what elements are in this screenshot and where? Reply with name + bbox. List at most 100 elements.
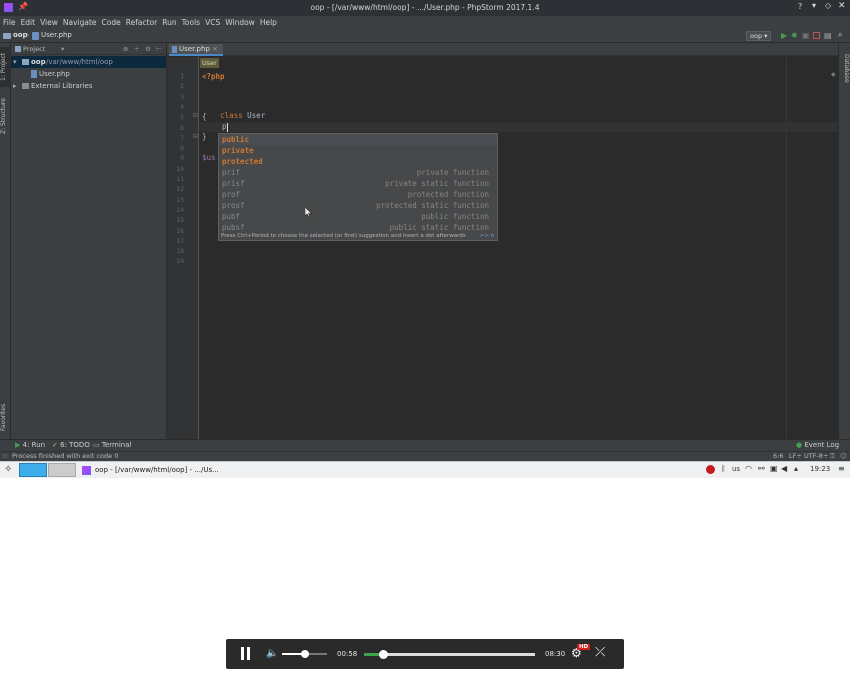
inspector-icon[interactable]: ☺	[840, 452, 847, 460]
dropdown-arrow-icon[interactable]: ▾	[61, 43, 64, 55]
project-structure-icon[interactable]: ▤	[824, 31, 832, 40]
tool-tab-label: 6: TODO	[60, 441, 90, 449]
suggestion-item[interactable]: prif private function	[219, 167, 497, 178]
tab-structure[interactable]: Z: Structure	[0, 93, 11, 139]
suggestion-name: prisf	[222, 179, 245, 188]
menu-edit[interactable]: Edit	[21, 16, 36, 29]
run-config-label: oop	[750, 32, 763, 40]
volume-knob[interactable]	[300, 650, 309, 658]
status-panel-icon[interactable]: ▫	[3, 452, 7, 460]
menu-window[interactable]: Window	[225, 16, 255, 29]
autocomplete-popup: public private protected prif private functi…	[218, 133, 498, 241]
menu-view[interactable]: View	[40, 16, 58, 29]
sync-icon[interactable]: ⊕	[123, 43, 128, 55]
lock-icon[interactable]: ⚿	[830, 452, 835, 461]
exit-fullscreen-icon[interactable]: ⤫	[595, 645, 605, 660]
gear-icon[interactable]: ⚙	[145, 43, 151, 55]
clipboard-icon[interactable]: ⚯	[758, 464, 765, 473]
tool-tab-run[interactable]: ▶ 4: Run	[15, 441, 45, 449]
clock[interactable]: 19:23	[810, 465, 830, 473]
menu-refactor[interactable]: Refactor	[126, 16, 157, 29]
collapse-all-icon[interactable]: ÷	[134, 43, 139, 55]
minimize-icon[interactable]: ▾	[812, 1, 816, 10]
menu-file[interactable]: File	[3, 16, 16, 29]
suggestion-item[interactable]: prosf protected static function	[219, 200, 497, 211]
suggestion-description: protected static function	[376, 201, 489, 210]
menu-navigate[interactable]: Navigate	[63, 16, 97, 29]
code-class-keyword[interactable]: class User	[202, 102, 265, 129]
run-icon[interactable]: ▶	[781, 31, 787, 40]
fold-marker-icon[interactable]: ⊟	[193, 112, 198, 119]
menu-run[interactable]: Run	[162, 16, 176, 29]
status-message[interactable]: Process finished with exit code 0	[12, 452, 118, 460]
hide-panel-icon[interactable]: ⊢	[156, 43, 162, 55]
tool-tab-todo[interactable]: ✓ 6: TODO	[52, 441, 90, 449]
code-brace-close[interactable]: }	[202, 132, 207, 141]
code-typed-text[interactable]: p	[222, 122, 227, 131]
code-variable[interactable]: $us	[202, 153, 216, 162]
menu-tools[interactable]: Tools	[182, 16, 200, 29]
debug-icon[interactable]: ✸	[791, 31, 798, 40]
maximize-icon[interactable]: ◇	[825, 1, 831, 10]
tab-database[interactable]: Database	[839, 47, 850, 89]
volume-icon[interactable]: 🔈	[266, 648, 278, 659]
menu-vcs[interactable]: VCS	[205, 16, 220, 29]
wifi-icon[interactable]: ◠	[745, 464, 752, 473]
volume-slider[interactable]	[282, 650, 327, 658]
tree-item-external-libraries[interactable]: ▸ External Libraries	[11, 80, 166, 92]
breadcrumb-project[interactable]: oop	[13, 31, 28, 39]
tray-expand-icon[interactable]: ▴	[794, 464, 798, 473]
coverage-icon[interactable]: ▣	[802, 31, 810, 40]
close-icon[interactable]: ✕	[838, 1, 846, 11]
suggestion-item[interactable]: prisf private static function	[219, 178, 497, 189]
seek-bar[interactable]	[364, 650, 535, 659]
pager-desktop-2[interactable]	[48, 463, 76, 477]
tree-item-path: /var/www/html/oop	[46, 58, 113, 66]
seek-knob[interactable]	[379, 650, 389, 659]
line-separator[interactable]: LF÷	[789, 452, 802, 460]
code-php-open-tag[interactable]: <?php	[202, 72, 225, 81]
run-config-selector[interactable]: oop ▾	[746, 31, 772, 41]
hint-link[interactable]: >> π	[480, 231, 494, 241]
caret-position[interactable]: 6:6	[773, 452, 783, 460]
stop-icon[interactable]	[813, 32, 820, 39]
project-view-selector[interactable]: Project	[23, 45, 45, 53]
file-encoding[interactable]: UTF-8÷	[804, 452, 828, 460]
help-icon[interactable]: ?	[798, 2, 802, 11]
tree-item-oop[interactable]: ▾ oop /var/www/html/oop	[11, 56, 166, 68]
panel-menu-icon[interactable]: ≡	[838, 464, 845, 473]
expand-arrow-icon[interactable]: ▸	[13, 80, 17, 92]
pause-icon[interactable]	[241, 647, 251, 660]
task-phpstorm[interactable]: oop - [/var/www/html/oop] - .../Us...	[82, 463, 232, 477]
menu-help[interactable]: Help	[260, 16, 277, 29]
editor-gear-icon[interactable]: ◆	[831, 71, 836, 78]
volume-icon[interactable]: ◀	[781, 464, 787, 473]
tab-favorites[interactable]: Favorites	[0, 399, 11, 435]
tool-tab-terminal[interactable]: ▭ Terminal	[93, 441, 131, 449]
keyboard-layout[interactable]: us	[732, 465, 740, 473]
breadcrumb-file[interactable]: User.php	[41, 31, 72, 39]
record-icon[interactable]	[706, 465, 715, 474]
menu-code[interactable]: Code	[102, 16, 121, 29]
line-number: 8	[180, 144, 184, 153]
suggestion-item[interactable]: private	[219, 145, 497, 156]
expand-arrow-icon[interactable]: ▾	[13, 56, 17, 68]
code-brace-open[interactable]: {	[202, 112, 207, 121]
suggestion-item[interactable]: protected	[219, 156, 497, 167]
tab-user-php[interactable]: User.php ×	[169, 44, 223, 56]
search-icon[interactable]: ⌕	[838, 30, 842, 40]
suggestion-item[interactable]: public	[219, 134, 497, 145]
bluetooth-icon[interactable]: ᛒ	[721, 464, 726, 473]
fold-marker-icon[interactable]: ⊟	[193, 133, 198, 140]
suggestion-item[interactable]: prof protected function	[219, 189, 497, 200]
pager-desktop-1[interactable]	[19, 463, 47, 477]
tool-tab-event-log[interactable]: ● Event Log	[796, 441, 839, 449]
tab-project[interactable]: 1: Project	[0, 47, 11, 87]
device-notifier-icon[interactable]: ▣	[770, 464, 778, 473]
suggestion-item[interactable]: pubf public function	[219, 211, 497, 222]
app-launcher-icon[interactable]: ✧	[4, 464, 12, 475]
class-breadcrumb[interactable]: User	[200, 58, 219, 68]
tree-item-user-php[interactable]: User.php	[11, 68, 166, 80]
mouse-cursor-icon	[304, 206, 313, 219]
close-tab-icon[interactable]: ×	[212, 45, 218, 53]
